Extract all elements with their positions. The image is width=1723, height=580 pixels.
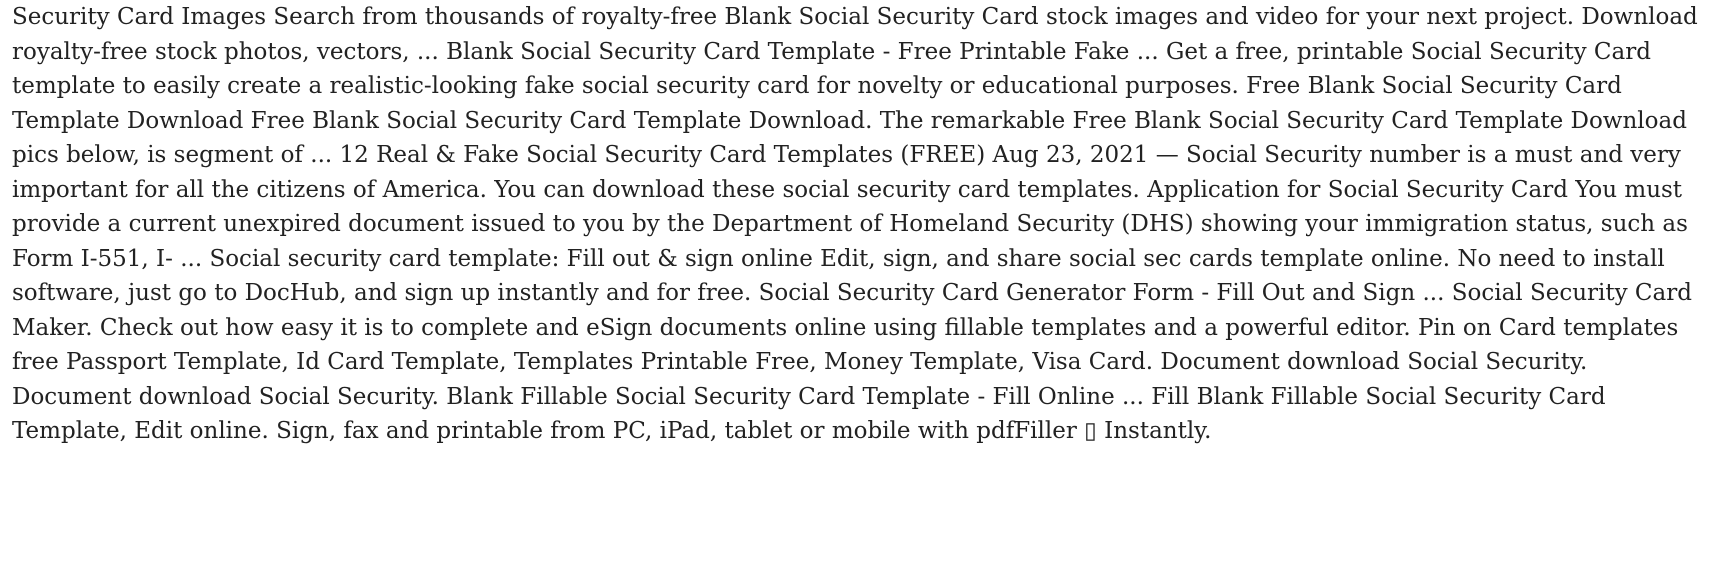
body-paragraph: Security Card Images Search from thousan… [12,4,1698,444]
document-page: Security Card Images Search from thousan… [0,0,1723,580]
